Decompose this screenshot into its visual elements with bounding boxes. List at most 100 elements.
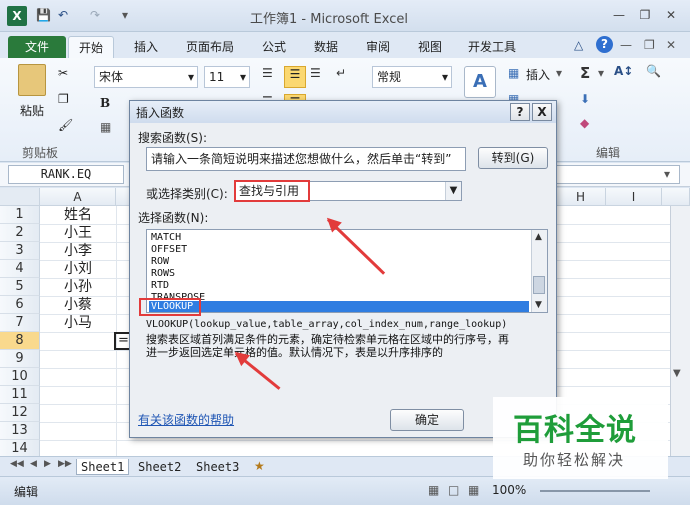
tab-page-layout[interactable]: 页面布局 — [176, 36, 244, 58]
tab-data[interactable]: 数据 — [304, 36, 348, 58]
paste-button[interactable]: 粘贴 — [20, 102, 44, 119]
excel-logo-icon[interactable]: X — [7, 6, 27, 26]
cell-a2[interactable]: 小王 — [44, 224, 112, 242]
select-all-corner[interactable] — [0, 188, 40, 206]
function-help-link[interactable]: 有关该函数的帮助 — [138, 411, 234, 428]
row-header[interactable]: 2 — [0, 224, 40, 242]
first-sheet-icon[interactable]: ◀◀ — [10, 459, 24, 469]
row-header[interactable]: 1 — [0, 206, 40, 224]
customize-toolbar-icon[interactable]: ▾ — [122, 8, 128, 22]
ok-button[interactable]: 确定 — [390, 409, 464, 431]
insert-cells-icon[interactable]: ▦ — [508, 66, 519, 80]
vertical-scrollbar[interactable] — [670, 206, 690, 456]
prev-sheet-icon[interactable]: ◀ — [30, 459, 37, 469]
row-header[interactable]: 8 — [0, 332, 40, 350]
workbook-minimize-icon[interactable]: — — [620, 38, 632, 52]
cell-a7[interactable]: 小马 — [44, 314, 112, 332]
expand-formula-icon[interactable]: ▾ — [664, 167, 670, 181]
tab-formulas[interactable]: 公式 — [252, 36, 296, 58]
close-window-icon[interactable]: ✕ — [660, 6, 682, 24]
tab-review[interactable]: 审阅 — [356, 36, 400, 58]
tab-developer[interactable]: 开发工具 — [458, 36, 526, 58]
copy-icon[interactable]: ❐ — [58, 92, 69, 106]
cell-a3[interactable]: 小李 — [44, 242, 112, 260]
column-header[interactable]: I — [606, 188, 662, 206]
collapse-ribbon-icon[interactable]: △ — [574, 38, 583, 52]
font-size-select[interactable]: 11 ▾ — [204, 66, 250, 88]
cell-a1[interactable]: 姓名 — [44, 206, 112, 224]
next-sheet-icon[interactable]: ▶ — [44, 459, 51, 469]
workbook-close-icon[interactable]: ✕ — [666, 38, 676, 52]
cut-icon[interactable]: ✂ — [58, 66, 68, 80]
row-header[interactable]: 13 — [0, 422, 40, 440]
list-item[interactable]: RTD — [149, 280, 529, 292]
tab-insert[interactable]: 插入 — [124, 36, 168, 58]
dialog-close-button[interactable]: X — [532, 103, 552, 121]
scroll-down-icon[interactable]: ▼ — [673, 368, 681, 379]
scroll-up-icon[interactable]: ▲ — [535, 232, 542, 242]
undo-icon[interactable]: ↶ — [58, 8, 68, 22]
page-layout-view-icon[interactable]: □ — [448, 483, 459, 497]
column-header[interactable]: A — [40, 188, 116, 206]
list-item[interactable]: ROWS — [149, 268, 529, 280]
format-painter-icon[interactable]: 🖌 — [58, 118, 73, 132]
find-select-icon[interactable]: 🔍 — [646, 64, 661, 78]
page-break-view-icon[interactable]: ▦ — [468, 483, 479, 497]
row-header[interactable]: 9 — [0, 350, 40, 368]
fill-icon[interactable]: ⬇ — [580, 92, 590, 106]
sheet-tab-1[interactable]: Sheet1 — [76, 459, 130, 475]
row-header[interactable]: 4 — [0, 260, 40, 278]
bold-button[interactable]: B — [100, 96, 110, 110]
wrap-text-icon[interactable]: ↵ — [336, 66, 346, 80]
zoom-level[interactable]: 100% — [492, 483, 526, 497]
help-icon[interactable]: ? — [596, 36, 613, 53]
font-name-select[interactable]: 宋体 ▾ — [94, 66, 198, 88]
autosum-icon[interactable]: Σ — [580, 64, 590, 82]
chevron-down-icon[interactable]: ▾ — [598, 66, 604, 80]
minimize-icon[interactable]: — — [608, 6, 630, 24]
go-button[interactable]: 转到(G) — [478, 147, 548, 169]
list-item[interactable]: ROW — [149, 256, 529, 268]
styles-icon[interactable]: A — [464, 66, 496, 98]
tab-home[interactable]: 开始 — [68, 36, 115, 58]
save-icon[interactable]: 💾 — [36, 8, 51, 22]
number-format-select[interactable]: 常规 ▾ — [372, 66, 452, 88]
redo-icon[interactable]: ↷ — [90, 8, 100, 22]
column-header[interactable] — [662, 188, 690, 206]
function-list[interactable]: MATCH OFFSET ROW ROWS RTD TRANSPOSE VLOO… — [146, 229, 548, 313]
column-header[interactable]: H — [556, 188, 606, 206]
scroll-thumb[interactable] — [533, 276, 545, 294]
row-header[interactable]: 7 — [0, 314, 40, 332]
chevron-down-icon[interactable]: ▾ — [556, 66, 562, 80]
dialog-help-button[interactable]: ? — [510, 103, 530, 121]
tab-file[interactable]: 文件 — [8, 36, 66, 58]
cell-a6[interactable]: 小蔡 — [44, 296, 112, 314]
last-sheet-icon[interactable]: ▶▶ — [58, 459, 72, 469]
name-box[interactable]: RANK.EQ — [8, 165, 124, 184]
sort-filter-icon[interactable]: A↕ — [614, 64, 633, 78]
list-item-selected[interactable]: VLOOKUP — [149, 301, 529, 312]
paste-icon[interactable] — [18, 64, 46, 96]
row-header[interactable]: 6 — [0, 296, 40, 314]
list-item[interactable]: OFFSET — [149, 244, 529, 256]
cell-a4[interactable]: 小刘 — [44, 260, 112, 278]
restore-icon[interactable]: ❐ — [634, 6, 656, 24]
new-sheet-icon[interactable]: ★ — [254, 459, 265, 473]
border-icon[interactable]: ▦ — [100, 120, 111, 134]
insert-cells-button[interactable]: 插入 — [526, 66, 550, 83]
row-header[interactable]: 11 — [0, 386, 40, 404]
workbook-restore-icon[interactable]: ❐ — [644, 38, 655, 52]
zoom-slider[interactable] — [540, 490, 650, 492]
align-middle-icon[interactable]: ☰ — [284, 66, 306, 88]
sheet-tab-2[interactable]: Sheet2 — [134, 459, 185, 475]
tab-view[interactable]: 视图 — [408, 36, 452, 58]
cell-a5[interactable]: 小孙 — [44, 278, 112, 296]
sheet-tab-3[interactable]: Sheet3 — [192, 459, 243, 475]
align-top-icon[interactable]: ☰ — [262, 66, 282, 86]
normal-view-icon[interactable]: ▦ — [428, 483, 439, 497]
row-header[interactable]: 10 — [0, 368, 40, 386]
list-item[interactable]: MATCH — [149, 232, 529, 244]
align-bottom-icon[interactable]: ☰ — [310, 66, 321, 80]
search-function-input[interactable]: 请输入一条简短说明来描述您想做什么，然后单击“转到” — [146, 147, 466, 171]
clear-icon[interactable]: ◆ — [580, 116, 589, 130]
